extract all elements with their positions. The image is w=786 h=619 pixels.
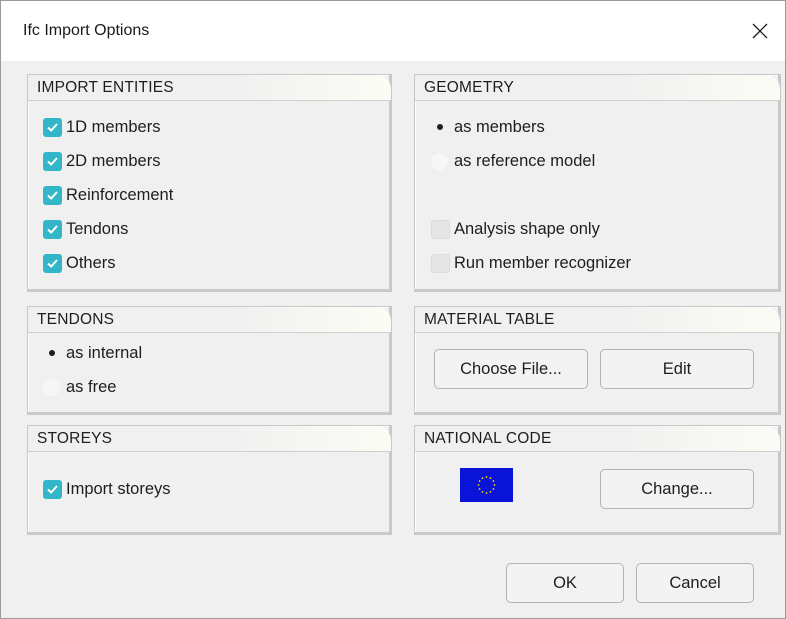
radio-as-free[interactable]: as free <box>43 376 116 398</box>
checkbox-label: Others <box>66 253 116 272</box>
import-options-dialog: Ifc Import Options IMPORT ENTITIES 1D me… <box>0 0 786 619</box>
storeys-header: STOREYS <box>28 426 391 452</box>
checkbox-label: 1D members <box>66 117 161 136</box>
checkbox-unchecked-icon[interactable] <box>431 219 450 239</box>
checkbox-2d-members[interactable]: 2D members <box>43 150 160 172</box>
checkbox-checked-icon[interactable] <box>43 219 62 239</box>
checkbox-label: Reinforcement <box>66 185 174 204</box>
checkbox-tendons[interactable]: Tendons <box>43 218 128 240</box>
checkbox-reinforcement[interactable]: Reinforcement <box>43 184 173 206</box>
tendons-group: TENDONS as internal as free <box>27 306 392 415</box>
tendons-header: TENDONS <box>28 307 391 333</box>
radio-selected-icon[interactable] <box>431 118 448 136</box>
radio-as-internal[interactable]: as internal <box>43 342 142 364</box>
close-button[interactable] <box>735 1 785 61</box>
geometry-header: GEOMETRY <box>415 75 780 101</box>
checkbox-checked-icon[interactable] <box>43 185 62 205</box>
radio-label: as reference model <box>454 151 596 170</box>
radio-as-members[interactable]: as members <box>431 116 545 138</box>
import-entities-group: IMPORT ENTITIES 1D members 2D members Re… <box>27 74 392 292</box>
eu-flag-icon <box>460 468 513 502</box>
import-entities-header: IMPORT ENTITIES <box>28 75 391 101</box>
checkbox-label: 2D members <box>66 151 161 170</box>
checkbox-1d-members[interactable]: 1D members <box>43 116 160 138</box>
close-icon <box>752 23 768 39</box>
checkbox-label: Import storeys <box>66 479 171 498</box>
checkbox-label: Analysis shape only <box>454 219 600 238</box>
radio-label: as members <box>454 117 545 136</box>
material-table-header: MATERIAL TABLE <box>415 307 780 333</box>
choose-file-button[interactable]: Choose File... <box>434 349 588 389</box>
ok-button[interactable]: OK <box>506 563 624 603</box>
checkbox-checked-icon[interactable] <box>43 117 62 137</box>
radio-unselected-icon[interactable] <box>43 378 60 396</box>
change-code-button[interactable]: Change... <box>600 469 754 509</box>
radio-unselected-icon[interactable] <box>431 152 448 170</box>
title-bar: Ifc Import Options <box>1 1 785 61</box>
checkbox-others[interactable]: Others <box>43 252 116 274</box>
checkbox-checked-icon[interactable] <box>43 151 62 171</box>
checkbox-import-storeys[interactable]: Import storeys <box>43 478 171 500</box>
national-code-header: NATIONAL CODE <box>415 426 780 452</box>
geometry-group: GEOMETRY as members as reference model A… <box>414 74 781 292</box>
checkbox-checked-icon[interactable] <box>43 253 62 273</box>
cancel-button[interactable]: Cancel <box>636 563 754 603</box>
dialog-title: Ifc Import Options <box>23 22 150 39</box>
checkbox-label: Tendons <box>66 219 129 238</box>
checkbox-unchecked-icon[interactable] <box>431 253 450 273</box>
radio-label: as internal <box>66 343 143 362</box>
radio-as-reference-model[interactable]: as reference model <box>431 150 595 172</box>
radio-selected-icon[interactable] <box>43 344 60 362</box>
checkbox-label: Run member recognizer <box>454 253 631 272</box>
radio-label: as free <box>66 377 117 396</box>
checkbox-analysis-shape-only[interactable]: Analysis shape only <box>431 218 600 240</box>
storeys-group: STOREYS Import storeys <box>27 425 392 535</box>
checkbox-checked-icon[interactable] <box>43 479 62 499</box>
edit-button[interactable]: Edit <box>600 349 754 389</box>
checkbox-run-member-recognizer[interactable]: Run member recognizer <box>431 252 631 274</box>
